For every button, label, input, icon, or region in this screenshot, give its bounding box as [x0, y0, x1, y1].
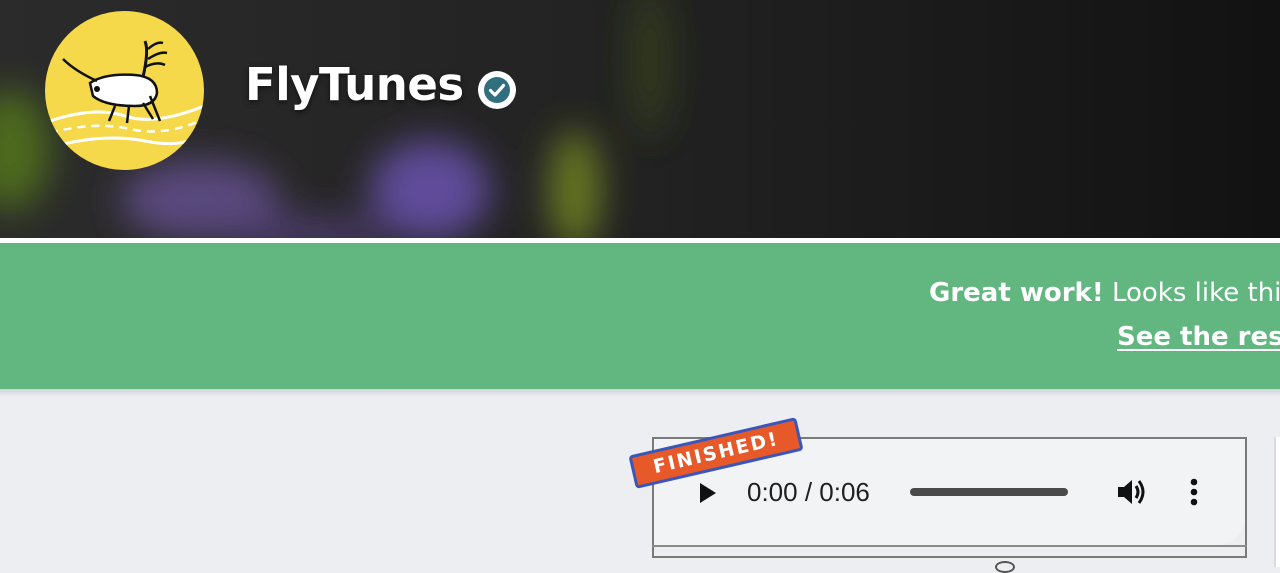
next-card-edge [1274, 437, 1280, 567]
project-logo [45, 11, 204, 170]
banner-message-text: Looks like this [1103, 278, 1280, 308]
banner-bold-text: Great work! [929, 278, 1104, 308]
play-icon[interactable] [692, 478, 722, 508]
verified-badge [478, 71, 516, 109]
banner-message: Great work! Looks like this [929, 278, 1280, 308]
banner-shadow [0, 389, 1280, 397]
project-header: FlyTunes [0, 0, 1280, 238]
time-display: 0:00 / 0:06 [747, 477, 870, 507]
card-handle [995, 561, 1015, 573]
see-results-link[interactable]: See the resu [1117, 322, 1280, 352]
success-banner: Great work! Looks like this See the resu [0, 243, 1280, 389]
more-options-icon[interactable] [1182, 474, 1206, 510]
cricket-logo-icon [49, 40, 204, 148]
verified-check-icon [484, 77, 510, 103]
seek-slider[interactable] [910, 488, 1068, 496]
project-title: FlyTunes [245, 58, 464, 111]
volume-icon[interactable] [1114, 474, 1150, 510]
card-separator [652, 545, 1247, 547]
